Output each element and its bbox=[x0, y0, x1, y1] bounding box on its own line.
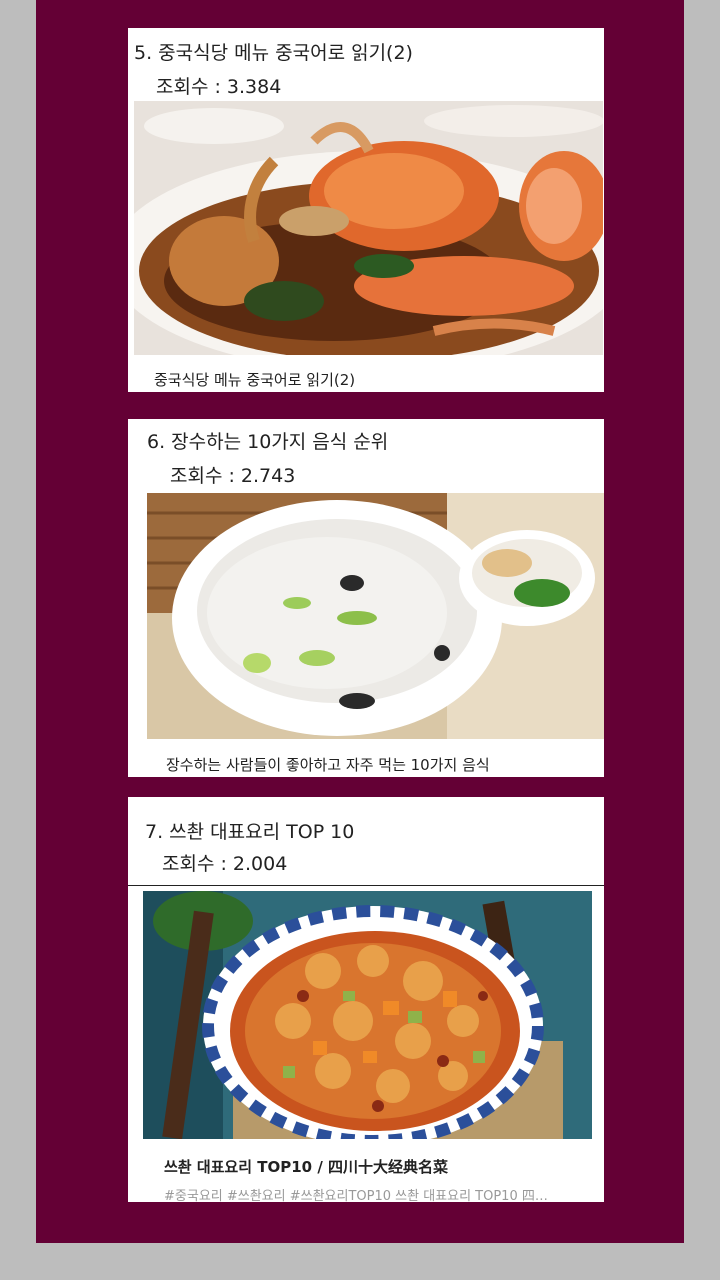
hashtag-line[interactable]: #중국요리 #쓰촨요리 #쓰촨요리TOP10 쓰촨 대표요리 TOP10 四… bbox=[164, 1185, 584, 1202]
page-background: 5. 중국식당 메뉴 중국어로 읽기(2) 조회수 : 3.384 중국식당 메… bbox=[36, 0, 684, 1243]
post-title[interactable]: 6. 장수하는 10가지 음식 순위 bbox=[147, 427, 388, 454]
post-caption[interactable]: 장수하는 사람들이 좋아하고 자주 먹는 10가지 음식 bbox=[166, 754, 490, 775]
post-caption[interactable]: 쓰촨 대표요리 TOP10 / 四川十大经典名菜 bbox=[164, 1156, 448, 1177]
crab-dish-image[interactable] bbox=[134, 101, 603, 355]
post-caption[interactable]: 중국식당 메뉴 중국어로 읽기(2) bbox=[154, 369, 355, 390]
view-count: 조회수 : 2.743 bbox=[170, 465, 296, 487]
post-card-6[interactable]: 6. 장수하는 10가지 음식 순위 조회수 : 2.743 장수하는 사람들이… bbox=[128, 419, 604, 777]
post-title[interactable]: 7. 쓰촨 대표요리 TOP 10 bbox=[145, 817, 354, 844]
post-title[interactable]: 5. 중국식당 메뉴 중국어로 읽기(2) bbox=[134, 38, 413, 65]
kung-pao-chicken-image[interactable] bbox=[143, 891, 592, 1139]
divider bbox=[128, 885, 604, 886]
post-card-7[interactable]: 7. 쓰촨 대표요리 TOP 10 조회수 : 2.004 쓰촨 대표요리 TO… bbox=[128, 797, 604, 1202]
post-card-5[interactable]: 5. 중국식당 메뉴 중국어로 읽기(2) 조회수 : 3.384 중국식당 메… bbox=[128, 28, 604, 392]
congee-bowl-image[interactable] bbox=[147, 493, 604, 739]
view-count: 조회수 : 3.384 bbox=[156, 76, 282, 98]
view-count: 조회수 : 2.004 bbox=[162, 853, 288, 875]
